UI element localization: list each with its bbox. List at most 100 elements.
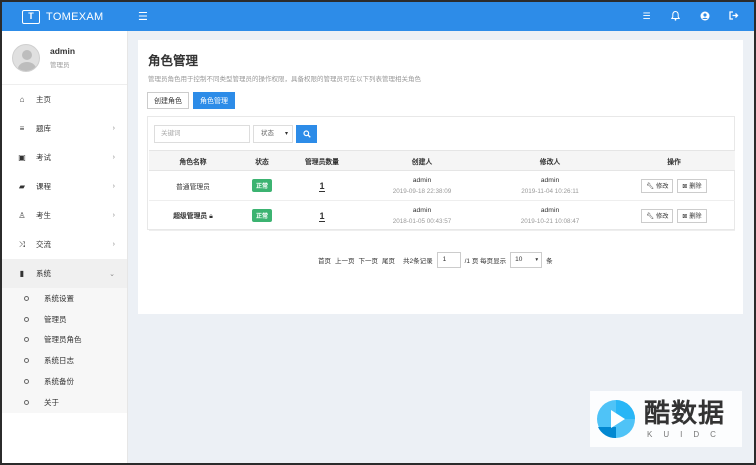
search-button[interactable] <box>296 125 317 143</box>
delete-label: 删除 <box>689 183 702 190</box>
creator: admin <box>412 206 432 214</box>
sidebar-item-label: 题库 <box>36 124 51 133</box>
content-panel: 角色管理 管理员角色用于控制不同类型管理员的操作权限，具备权限的管理员可在以下列… <box>138 40 743 314</box>
sidebar-item-label: 考试 <box>36 153 51 162</box>
column-header: 角色名称 <box>149 150 237 171</box>
pager-first[interactable]: 首页 <box>318 255 331 265</box>
top-navbar: T TOMEXAM ☰ ☰ <box>2 2 754 31</box>
sidebar-item-label: 考生 <box>36 211 51 220</box>
avatar <box>12 43 40 72</box>
created-time: 2018-01-05 00:43:57 <box>392 217 452 225</box>
circle-icon <box>24 379 29 385</box>
page-title: 角色管理 <box>148 54 199 68</box>
sidebar-item-home[interactable]: ⌂ 主页 <box>2 85 127 114</box>
chevron-right-icon: › <box>112 125 115 132</box>
caret-down-icon: ▾ <box>284 131 288 137</box>
bell-icon[interactable] <box>661 10 690 23</box>
edit-button[interactable]: 🔧︎ 修改 <box>641 208 674 223</box>
pager-pages-label: /1 页 每页显示 <box>464 258 507 265</box>
status-select[interactable]: 状态 ▾ <box>253 125 293 143</box>
pager-total: 共2条记录 <box>403 258 433 265</box>
watermark-subtext: KUIDC <box>647 429 727 439</box>
list-icon[interactable]: ☰ <box>632 11 661 23</box>
page-size-select[interactable]: 10 ▾ <box>510 252 543 268</box>
table-header-row: 角色名称 状态 管理员数量 创建人 修改人 操作 <box>149 150 735 171</box>
filter-bar: 关键词 状态 ▾ <box>154 125 317 143</box>
circle-icon <box>24 295 29 301</box>
delete-icon: ⊠ <box>682 183 688 190</box>
pager-next[interactable]: 下一页 <box>359 255 379 265</box>
page-description: 管理员角色用于控制不同类型管理员的操作权限，具备权限的管理员可在以下列表管理相关… <box>148 76 421 83</box>
status-select-value: 状态 <box>261 130 274 137</box>
caret-down-icon: ▾ <box>535 257 539 263</box>
logout-icon[interactable] <box>719 10 748 23</box>
modified-time: 2019-11-04 10:26:11 <box>521 187 579 195</box>
sidebar-item-course[interactable]: ▰ 课程 › <box>2 172 127 201</box>
user-name: admin <box>50 46 76 56</box>
admin-count-link[interactable]: 1 <box>319 210 325 222</box>
keyword-input[interactable]: 关键词 <box>154 125 250 143</box>
delete-button[interactable]: ⊠ 删除 <box>677 178 707 193</box>
book-icon: ▰ <box>18 182 26 191</box>
submenu-item-system-log[interactable]: 系统日志 <box>2 350 127 371</box>
wrench-icon: 🔧︎ <box>646 183 655 190</box>
submenu-item-admins[interactable]: 管理员 <box>2 309 127 330</box>
column-header: 管理员数量 <box>287 150 357 171</box>
modifier: admin <box>540 176 560 184</box>
admin-count-link[interactable]: 1 <box>319 180 325 192</box>
role-name: 普通管理员 <box>176 183 210 191</box>
delete-label: 删除 <box>689 213 702 220</box>
brand[interactable]: T TOMEXAM <box>2 2 128 31</box>
hamburger-icon[interactable]: ☰ <box>138 10 148 23</box>
system-submenu: 系统设置 管理员 管理员角色 系统日志 系统备份 关于 <box>2 288 127 413</box>
user-role: 管理员 <box>50 62 70 69</box>
submenu-label: 系统设置 <box>44 293 74 303</box>
watermark-text: 酷数据 <box>644 397 726 428</box>
sidebar-item-exam[interactable]: ▣ 考试 › <box>2 143 127 172</box>
wrench-icon: 🔧︎ <box>646 213 655 220</box>
submenu-item-admin-roles[interactable]: 管理员角色 <box>2 330 127 351</box>
tab-bar: 创建角色 角色管理 <box>147 92 235 109</box>
sidebar-item-system[interactable]: ▮ 系统 ⌄ <box>2 259 127 288</box>
chevron-right-icon: › <box>112 154 115 161</box>
pager-prev[interactable]: 上一页 <box>335 255 355 265</box>
chevron-right-icon: › <box>112 241 115 248</box>
sidebar-item-label: 主页 <box>36 95 51 104</box>
circle-icon <box>24 358 29 364</box>
circle-icon <box>24 399 29 405</box>
tab-create-role[interactable]: 创建角色 <box>147 92 189 109</box>
sidebar-item-question-bank[interactable]: ≡ 题库 › <box>2 114 127 143</box>
chevron-right-icon: › <box>112 212 115 219</box>
sidebar-item-communication[interactable]: ⤨ 交流 › <box>2 230 127 259</box>
pagination: 首页 上一页 下一页 尾页 共2条记录 1 /1 页 每页显示 10 ▾ 条 <box>318 252 553 268</box>
database-icon: ≡ <box>19 124 25 133</box>
user-panel: admin 管理员 <box>2 31 127 85</box>
table-row: 普通管理员 正常 1 admin 2019-09-18 22:38:09 admi… <box>149 170 735 201</box>
submenu-item-system-backup[interactable]: 系统备份 <box>2 371 127 392</box>
modified-time: 2019-10-21 10:08:47 <box>520 217 580 225</box>
edit-label: 修改 <box>656 183 669 190</box>
sidebar-item-label: 课程 <box>36 182 51 191</box>
user-icon: ♙ <box>18 211 26 220</box>
tab-role-management[interactable]: 角色管理 <box>193 92 235 109</box>
delete-button[interactable]: ⊠ 删除 <box>677 208 707 223</box>
submenu-item-system-settings[interactable]: 系统设置 <box>2 288 127 309</box>
calendar-icon: ▣ <box>18 153 26 162</box>
sidebar-item-label: 交流 <box>36 240 51 249</box>
user-circle-icon[interactable] <box>690 11 719 23</box>
column-header: 创建人 <box>357 150 487 171</box>
sidebar-item-examinee[interactable]: ♙ 考生 › <box>2 201 127 230</box>
page-number-input[interactable]: 1 <box>436 252 461 268</box>
pager-unit: 条 <box>546 258 553 265</box>
app-window: T TOMEXAM ☰ ☰ admin 管理员 ⌂ 主页 ≡ 题库 › ▣ 考试… <box>0 0 756 465</box>
circle-icon <box>24 316 29 322</box>
submenu-item-about[interactable]: 关于 <box>2 392 127 413</box>
modifier: admin <box>540 206 560 214</box>
pager-last[interactable]: 尾页 <box>382 255 395 265</box>
edit-button[interactable]: 🔧︎ 修改 <box>641 178 674 193</box>
sidebar: admin 管理员 ⌂ 主页 ≡ 题库 › ▣ 考试 › ▰ 课程 › ♙ 考生… <box>2 31 128 463</box>
delete-icon: ⊠ <box>682 213 688 220</box>
role-table: 角色名称 状态 管理员数量 创建人 修改人 操作 普通管理员 正常 1 admi… <box>149 150 735 231</box>
status-badge: 正常 <box>251 179 272 192</box>
submenu-label: 关于 <box>44 397 59 407</box>
